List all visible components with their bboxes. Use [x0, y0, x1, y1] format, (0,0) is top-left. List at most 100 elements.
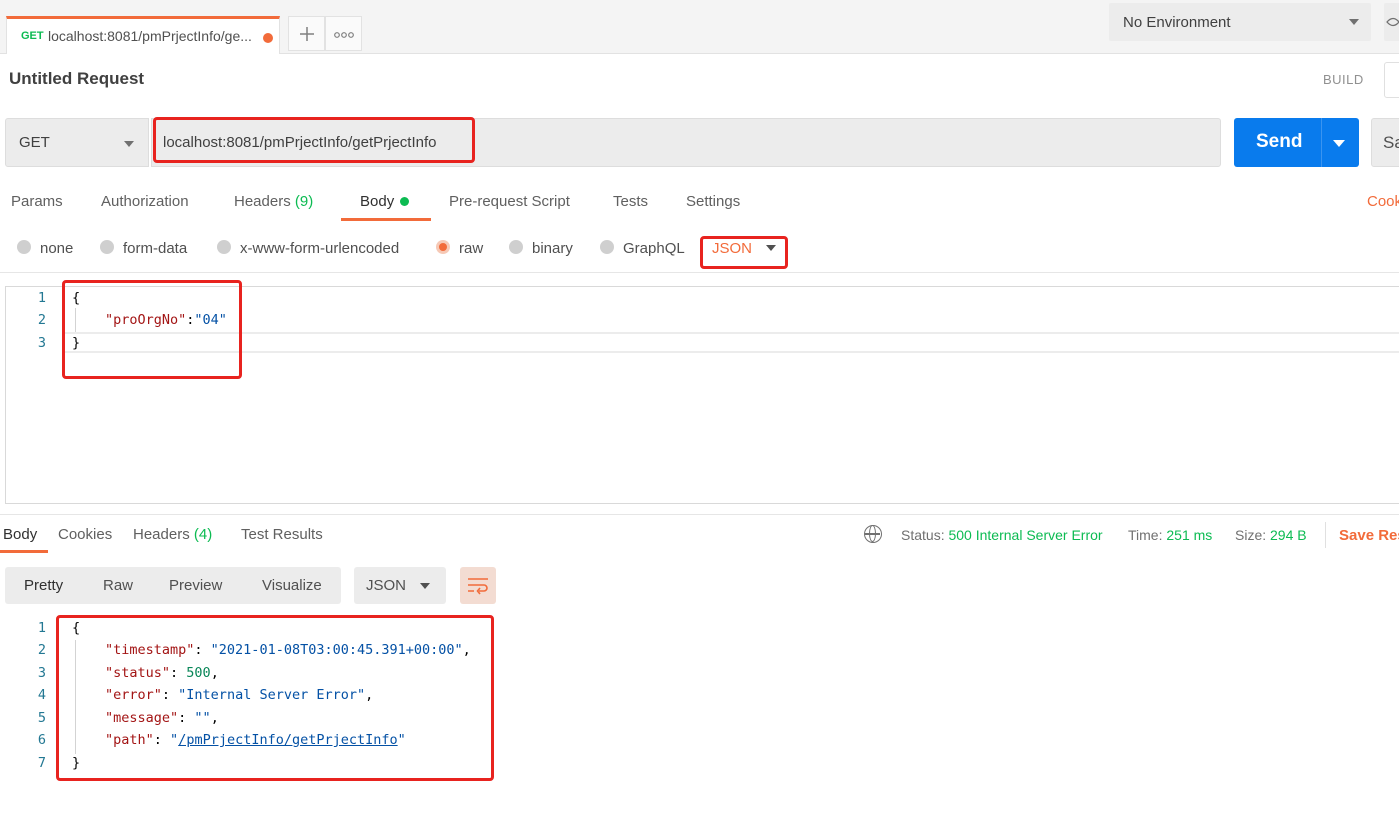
send-button[interactable]: Send [1234, 118, 1359, 167]
body-indicator-dot-icon [400, 196, 410, 206]
build-mode-label[interactable]: BUILD [1323, 72, 1364, 87]
radio-binary-label: binary [532, 240, 573, 257]
save-label: Sa [1383, 133, 1399, 152]
unsaved-dot-icon [263, 33, 273, 43]
request-tab-method: GET [21, 30, 44, 42]
radio-circle-icon [509, 240, 523, 255]
tab-body-label: Body [360, 193, 395, 210]
response-tab-headers[interactable]: Headers (4) [133, 526, 212, 543]
response-format-select[interactable]: JSON [354, 567, 446, 604]
response-active-tab-underline [0, 550, 48, 553]
method-label: GET [19, 134, 50, 151]
radio-form-data-label: form-data [123, 240, 188, 257]
request-tab[interactable]: GET localhost:8081/pmPrjectInfo/ge... [6, 16, 280, 54]
tab-tests[interactable]: Tests [613, 193, 648, 210]
radio-raw[interactable]: raw [436, 240, 483, 257]
line-number: 3 [37, 335, 46, 351]
caret-down-icon [124, 141, 134, 147]
tab-pre-request-script[interactable]: Pre-request Script [449, 193, 570, 210]
send-options-caret-icon[interactable] [1333, 140, 1345, 147]
eye-icon [1386, 17, 1399, 27]
send-label: Send [1256, 131, 1303, 152]
radio-circle-icon [600, 240, 614, 255]
radio-none[interactable]: none [17, 240, 73, 257]
line-number: 1 [37, 620, 46, 636]
radio-selected-icon [436, 240, 450, 255]
divider [0, 272, 1399, 273]
radio-circle-icon [17, 240, 31, 255]
cookies-link[interactable]: Cook [1367, 193, 1399, 210]
time-label: Time: [1128, 527, 1163, 543]
tab-options-button[interactable] [325, 16, 362, 51]
save-response-button[interactable]: Save Res [1339, 527, 1399, 544]
radio-none-label: none [40, 240, 74, 257]
line-number: 2 [37, 642, 46, 658]
radio-circle-icon [217, 240, 231, 255]
response-tab-test-results[interactable]: Test Results [241, 526, 323, 543]
method-select[interactable]: GET [5, 118, 149, 167]
plus-icon [299, 27, 314, 41]
mode-toggle[interactable] [1384, 62, 1399, 98]
current-line-highlight [64, 332, 1399, 353]
send-separator [1321, 118, 1322, 167]
caret-down-icon [420, 583, 430, 589]
line-number: 1 [37, 290, 46, 306]
environment-select[interactable]: No Environment [1109, 3, 1371, 41]
radio-form-data[interactable]: form-data [100, 240, 187, 257]
response-tab-cookies[interactable]: Cookies [58, 526, 112, 543]
response-tab-headers-count: (4) [193, 526, 213, 543]
line-number: 7 [37, 755, 46, 771]
time-value: 251 ms [1166, 527, 1213, 543]
view-raw[interactable]: Raw [103, 577, 133, 594]
request-title[interactable]: Untitled Request [9, 69, 144, 89]
status-info: Status: 500 Internal Server Error [901, 527, 1103, 543]
radio-circle-icon [100, 240, 114, 255]
size-label: Size: [1235, 527, 1267, 543]
size-value: 294 B [1270, 527, 1307, 543]
tab-settings[interactable]: Settings [686, 193, 740, 210]
tab-params[interactable]: Params [11, 193, 63, 210]
line-number: 5 [37, 710, 46, 726]
radio-raw-label: raw [459, 240, 484, 257]
line-number: 2 [37, 312, 46, 328]
view-preview[interactable]: Preview [169, 577, 222, 594]
tab-authorization[interactable]: Authorization [101, 193, 189, 210]
line-number: 4 [37, 687, 46, 703]
annotation-box-request-body [62, 280, 242, 379]
active-tab-underline [341, 218, 431, 221]
tab-headers[interactable]: Headers (9) [234, 193, 313, 210]
tab-headers-count: (9) [294, 193, 314, 210]
globe-icon[interactable] [864, 525, 882, 543]
size-info: Size: 294 B [1235, 527, 1307, 543]
response-tab-headers-label: Headers [133, 526, 190, 543]
response-format-label: JSON [366, 577, 407, 594]
radio-graphql[interactable]: GraphQL [600, 240, 685, 257]
line-number: 3 [37, 665, 46, 681]
wrap-lines-icon [468, 578, 488, 595]
annotation-box-format [700, 236, 788, 269]
response-tab-body[interactable]: Body [3, 526, 37, 543]
tab-body[interactable]: Body [360, 193, 410, 210]
caret-down-icon [1349, 19, 1359, 25]
radio-binary[interactable]: binary [509, 240, 573, 257]
new-tab-button[interactable] [288, 16, 325, 51]
save-button[interactable]: Sa [1371, 118, 1399, 167]
annotation-box-url [153, 117, 475, 163]
radio-x-www-form-urlencoded[interactable]: x-www-form-urlencoded [217, 240, 399, 257]
tab-headers-label: Headers [234, 193, 291, 210]
divider [0, 514, 1399, 515]
vertical-separator [1325, 522, 1326, 548]
status-label: Status: [901, 527, 945, 543]
line-number: 6 [37, 732, 46, 748]
radio-graphql-label: GraphQL [623, 240, 685, 257]
wrap-lines-button[interactable] [460, 567, 496, 604]
request-tab-title: localhost:8081/pmPrjectInfo/ge... [48, 28, 252, 44]
time-info: Time: 251 ms [1128, 527, 1212, 543]
more-icon [333, 32, 354, 38]
environment-quick-look-button[interactable] [1384, 3, 1399, 41]
environment-label: No Environment [1123, 14, 1231, 31]
status-value: 500 Internal Server Error [948, 527, 1103, 543]
view-pretty[interactable]: Pretty [24, 577, 63, 594]
view-visualize[interactable]: Visualize [262, 577, 322, 594]
radio-urlencoded-label: x-www-form-urlencoded [240, 240, 400, 257]
